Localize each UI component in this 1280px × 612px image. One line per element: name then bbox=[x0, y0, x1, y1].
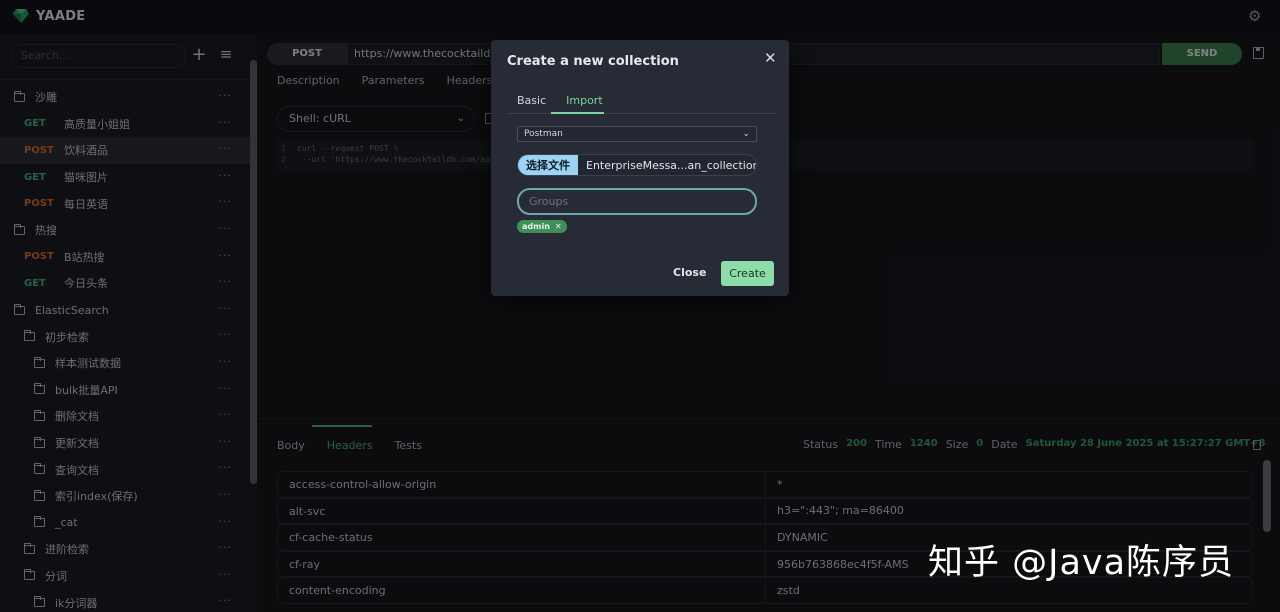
file-name: EnterpriseMessa...an_collection.json bbox=[586, 159, 756, 172]
file-input[interactable]: 选择文件 EnterpriseMessa...an_collection.jso… bbox=[517, 154, 757, 176]
dialog-title: Create a new collection bbox=[507, 54, 679, 69]
import-type-select[interactable]: Postman ⌄ bbox=[517, 126, 757, 142]
watermark: 知乎 @Java陈序员 bbox=[928, 543, 1235, 583]
tab-divider bbox=[507, 113, 777, 114]
create-button[interactable]: Create bbox=[721, 261, 774, 286]
groups-input[interactable]: Groups bbox=[517, 188, 757, 215]
remove-chip-icon[interactable]: ✕ bbox=[555, 222, 562, 231]
choose-file-button[interactable]: 选择文件 bbox=[518, 155, 578, 175]
active-tab-underline bbox=[551, 112, 604, 114]
tab-import[interactable]: Import bbox=[566, 94, 603, 107]
import-type-value: Postman bbox=[524, 129, 563, 139]
close-button[interactable]: Close bbox=[673, 266, 706, 279]
create-collection-dialog: Create a new collection ✕ Basic Import P… bbox=[491, 40, 789, 296]
group-chip: admin ✕ bbox=[517, 220, 567, 233]
close-icon[interactable]: ✕ bbox=[764, 49, 777, 67]
dialog-tabs: Basic Import bbox=[517, 94, 603, 107]
chip-label: admin bbox=[522, 222, 550, 231]
chevron-down-icon: ⌄ bbox=[742, 129, 750, 139]
tab-basic[interactable]: Basic bbox=[517, 94, 546, 107]
